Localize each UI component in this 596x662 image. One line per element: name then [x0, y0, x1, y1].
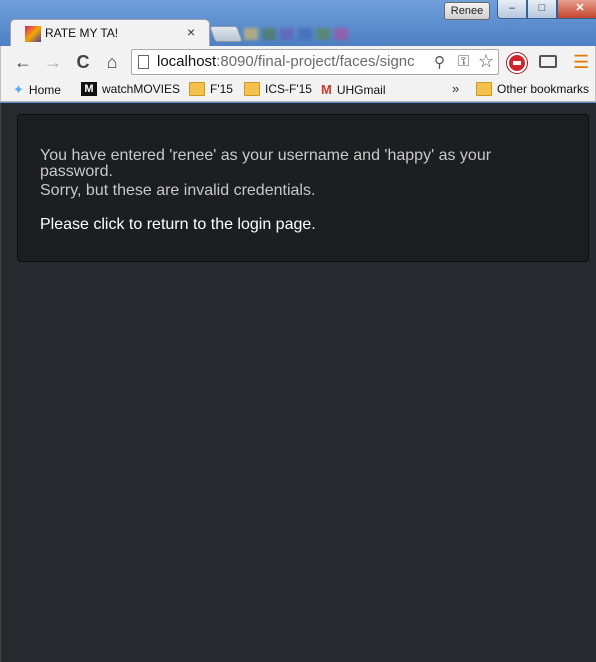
other-bookmarks[interactable]: Other bookmarks	[476, 82, 589, 96]
home-button[interactable]: ⌂	[100, 50, 124, 74]
twitter-icon: ✦	[13, 82, 24, 97]
folder-icon	[189, 82, 205, 96]
new-tab-button[interactable]	[209, 26, 243, 42]
tab-close-icon[interactable]: ×	[187, 24, 195, 40]
bookmark-watchmovies[interactable]: M watchMOVIES	[81, 82, 180, 96]
return-to-login-link[interactable]: Please click to return to the login page…	[40, 216, 316, 234]
search-icon[interactable]: ⚲	[434, 53, 445, 71]
browser-toolbar: ← → C ⌂ localhost:8090/final-project/fac…	[0, 46, 596, 78]
page-icon	[138, 55, 149, 69]
profile-button[interactable]: Renee	[444, 2, 490, 20]
window-titlebar: Renee – □ ✕ RATE MY TA! ×	[0, 0, 596, 46]
menu-icon[interactable]: ☰	[573, 52, 589, 72]
browser-tab[interactable]: RATE MY TA! ×	[10, 19, 210, 46]
minimize-button[interactable]: –	[497, 0, 527, 19]
tab-title: RATE MY TA!	[45, 26, 119, 40]
folder-icon	[244, 82, 260, 96]
page-content: You have entered 'renee' as your usernam…	[0, 103, 596, 662]
bookmark-f15[interactable]: F'15	[189, 82, 233, 96]
bookmark-home[interactable]: ✦ Home	[13, 82, 61, 98]
m-icon: M	[81, 82, 97, 96]
window-controls: – □ ✕	[497, 0, 596, 19]
gmail-icon: M	[321, 82, 332, 97]
stop-extension-icon[interactable]	[507, 53, 527, 73]
star-icon[interactable]: ☆	[478, 51, 494, 72]
folder-icon	[476, 82, 492, 96]
address-bar[interactable]: localhost:8090/final-project/faces/signc…	[131, 49, 499, 75]
key-icon[interactable]: ⚿	[458, 53, 469, 70]
forward-button[interactable]: →	[41, 50, 65, 74]
bookmark-ics-f15[interactable]: ICS-F'15	[244, 82, 312, 96]
tab-favicon-icon	[25, 26, 41, 42]
bookmarks-overflow-button[interactable]: »	[452, 81, 459, 96]
cast-icon[interactable]	[539, 55, 557, 68]
close-window-button[interactable]: ✕	[557, 0, 596, 19]
invalid-credentials-note: Sorry, but these are invalid credentials…	[40, 182, 316, 199]
blurred-tab-icons	[244, 28, 348, 40]
bookmarks-bar: ✦ Home M watchMOVIES F'15 ICS-F'15 M UHG…	[0, 78, 596, 102]
bookmark-uhgmail[interactable]: M UHGmail	[321, 82, 386, 97]
message-panel: You have entered 'renee' as your usernam…	[17, 114, 589, 262]
url-text[interactable]: localhost:8090/final-project/faces/signc	[157, 53, 432, 70]
reload-button[interactable]: C	[71, 50, 95, 74]
back-button[interactable]: ←	[11, 50, 35, 74]
invalid-credentials-message: You have entered 'renee' as your usernam…	[40, 147, 492, 180]
maximize-button[interactable]: □	[527, 0, 557, 19]
